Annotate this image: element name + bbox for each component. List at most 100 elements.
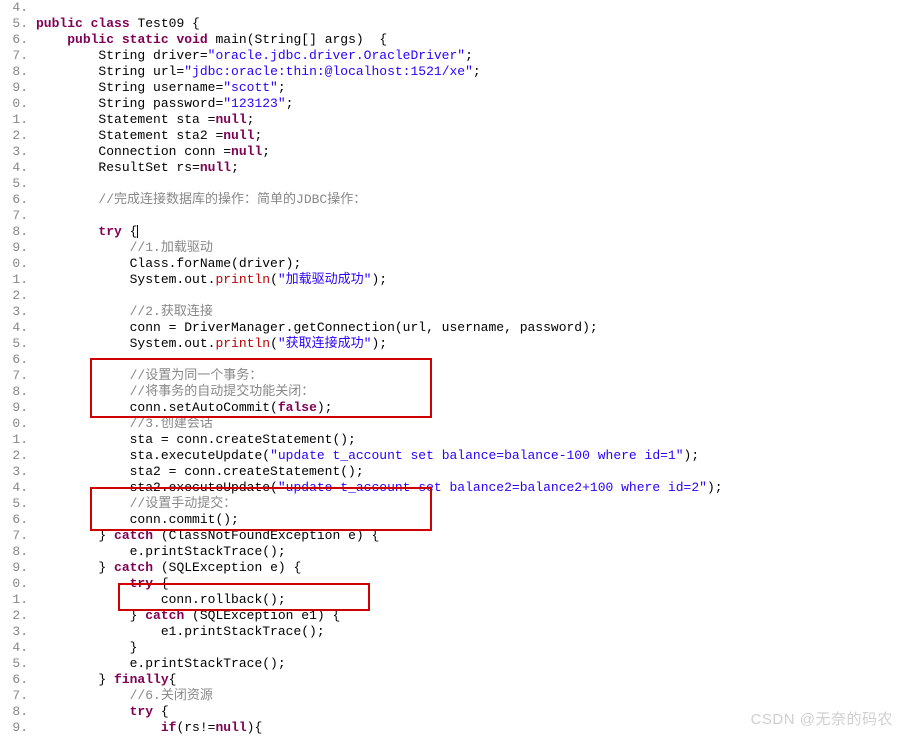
code-line: 4. (0, 0, 907, 16)
code-line: 5.public class Test09 { (0, 16, 907, 32)
token-kw: if (161, 720, 177, 735)
line-number: 7. (0, 208, 36, 224)
token-kw: null (223, 128, 254, 143)
line-number: 9. (0, 80, 36, 96)
line-number: 2. (0, 288, 36, 304)
code-content: //完成连接数据库的操作：简单的JDBC操作： (36, 192, 907, 208)
code-line: 6. //完成连接数据库的操作：简单的JDBC操作： (0, 192, 907, 208)
token-comm: //6.关闭资源 (130, 688, 213, 703)
code-content: } finally{ (36, 672, 907, 688)
line-number: 9. (0, 720, 36, 736)
token-str: "加载驱动成功" (278, 272, 372, 287)
code-line: 3. e1.printStackTrace(); (0, 624, 907, 640)
line-number: 2. (0, 128, 36, 144)
code-line: 4. ResultSet rs=null; (0, 160, 907, 176)
code-line: 6. public static void main(String[] args… (0, 32, 907, 48)
code-content: e.printStackTrace(); (36, 544, 907, 560)
code-line: 8. try { (0, 704, 907, 720)
line-number: 3. (0, 464, 36, 480)
code-content: //2.获取连接 (36, 304, 907, 320)
token-str: "update t_account set balance=balance-10… (270, 448, 683, 463)
code-content: String password="123123"; (36, 96, 907, 112)
token-kw: null (215, 112, 246, 127)
token-str: "oracle.jdbc.driver.OracleDriver" (208, 48, 465, 63)
code-line: 5. (0, 176, 907, 192)
token-kw: null (200, 160, 231, 175)
line-number: 8. (0, 64, 36, 80)
line-number: 3. (0, 304, 36, 320)
code-content: } (36, 640, 907, 656)
code-line: 1. Statement sta =null; (0, 112, 907, 128)
code-content: sta.executeUpdate("update t_account set … (36, 448, 907, 464)
code-line: 9. conn.setAutoCommit(false); (0, 400, 907, 416)
code-content: public class Test09 { (36, 16, 907, 32)
line-number: 3. (0, 144, 36, 160)
code-line: 9. } catch (SQLException e) { (0, 560, 907, 576)
code-content: sta2.executeUpdate("update t_account set… (36, 480, 907, 496)
token-kw: public (36, 16, 83, 31)
code-content: conn = DriverManager.getConnection(url, … (36, 320, 907, 336)
code-content: try { (36, 576, 907, 592)
line-number: 4. (0, 480, 36, 496)
line-number: 9. (0, 400, 36, 416)
line-number: 5. (0, 656, 36, 672)
code-line: 6. conn.commit(); (0, 512, 907, 528)
code-editor: 4.5.public class Test09 {6. public stati… (0, 0, 907, 736)
line-number: 4. (0, 160, 36, 176)
code-line: 4. conn = DriverManager.getConnection(ur… (0, 320, 907, 336)
code-line: 2. (0, 288, 907, 304)
token-comm: //3.创建会话 (130, 416, 213, 431)
line-number: 9. (0, 240, 36, 256)
code-content: conn.setAutoCommit(false); (36, 400, 907, 416)
code-content: e1.printStackTrace(); (36, 624, 907, 640)
token-kw: class (91, 16, 130, 31)
code-line: 9. String username="scott"; (0, 80, 907, 96)
code-content: Statement sta =null; (36, 112, 907, 128)
line-number: 4. (0, 640, 36, 656)
code-content: try { (36, 224, 907, 240)
line-number: 2. (0, 608, 36, 624)
code-content: String url="jdbc:oracle:thin:@localhost:… (36, 64, 907, 80)
code-content: //将事务的自动提交功能关闭： (36, 384, 907, 400)
line-number: 0. (0, 96, 36, 112)
token-str: "获取连接成功" (278, 336, 372, 351)
code-line: 9. if(rs!=null){ (0, 720, 907, 736)
code-content: } catch (SQLException e) { (36, 560, 907, 576)
code-line: 5. e.printStackTrace(); (0, 656, 907, 672)
token-red: println (215, 272, 270, 287)
line-number: 6. (0, 352, 36, 368)
code-line: 5. //设置手动提交： (0, 496, 907, 512)
code-content: //6.关闭资源 (36, 688, 907, 704)
code-line: 6. (0, 352, 907, 368)
code-content: conn.commit(); (36, 512, 907, 528)
token-str: "jdbc:oracle:thin:@localhost:1521/xe" (184, 64, 473, 79)
code-line: 7. //6.关闭资源 (0, 688, 907, 704)
line-number: 6. (0, 672, 36, 688)
code-line: 5. System.out.println("获取连接成功"); (0, 336, 907, 352)
code-line: 1. conn.rollback(); (0, 592, 907, 608)
token-comm: //完成连接数据库的操作：简单的JDBC操作： (98, 192, 366, 207)
token-kw: void (176, 32, 207, 47)
code-line: 7. //设置为同一个事务： (0, 368, 907, 384)
code-content: String username="scott"; (36, 80, 907, 96)
code-content: sta = conn.createStatement(); (36, 432, 907, 448)
code-line: 2. sta.executeUpdate("update t_account s… (0, 448, 907, 464)
line-number: 8. (0, 224, 36, 240)
code-content: conn.rollback(); (36, 592, 907, 608)
token-red: println (215, 336, 270, 351)
code-content: public static void main(String[] args) { (36, 32, 907, 48)
code-line: 3. Connection conn =null; (0, 144, 907, 160)
code-line: 0. Class.forName(driver); (0, 256, 907, 272)
line-number: 7. (0, 688, 36, 704)
token-comm: //1.加载驱动 (130, 240, 213, 255)
code-content: //设置为同一个事务： (36, 368, 907, 384)
line-number: 0. (0, 576, 36, 592)
code-content: Class.forName(driver); (36, 256, 907, 272)
token-kw: catch (114, 560, 153, 575)
token-comm: //设置手动提交： (130, 496, 237, 511)
line-number: 1. (0, 592, 36, 608)
token-kw: public (67, 32, 114, 47)
line-number: 6. (0, 32, 36, 48)
line-number: 4. (0, 320, 36, 336)
line-number: 7. (0, 528, 36, 544)
